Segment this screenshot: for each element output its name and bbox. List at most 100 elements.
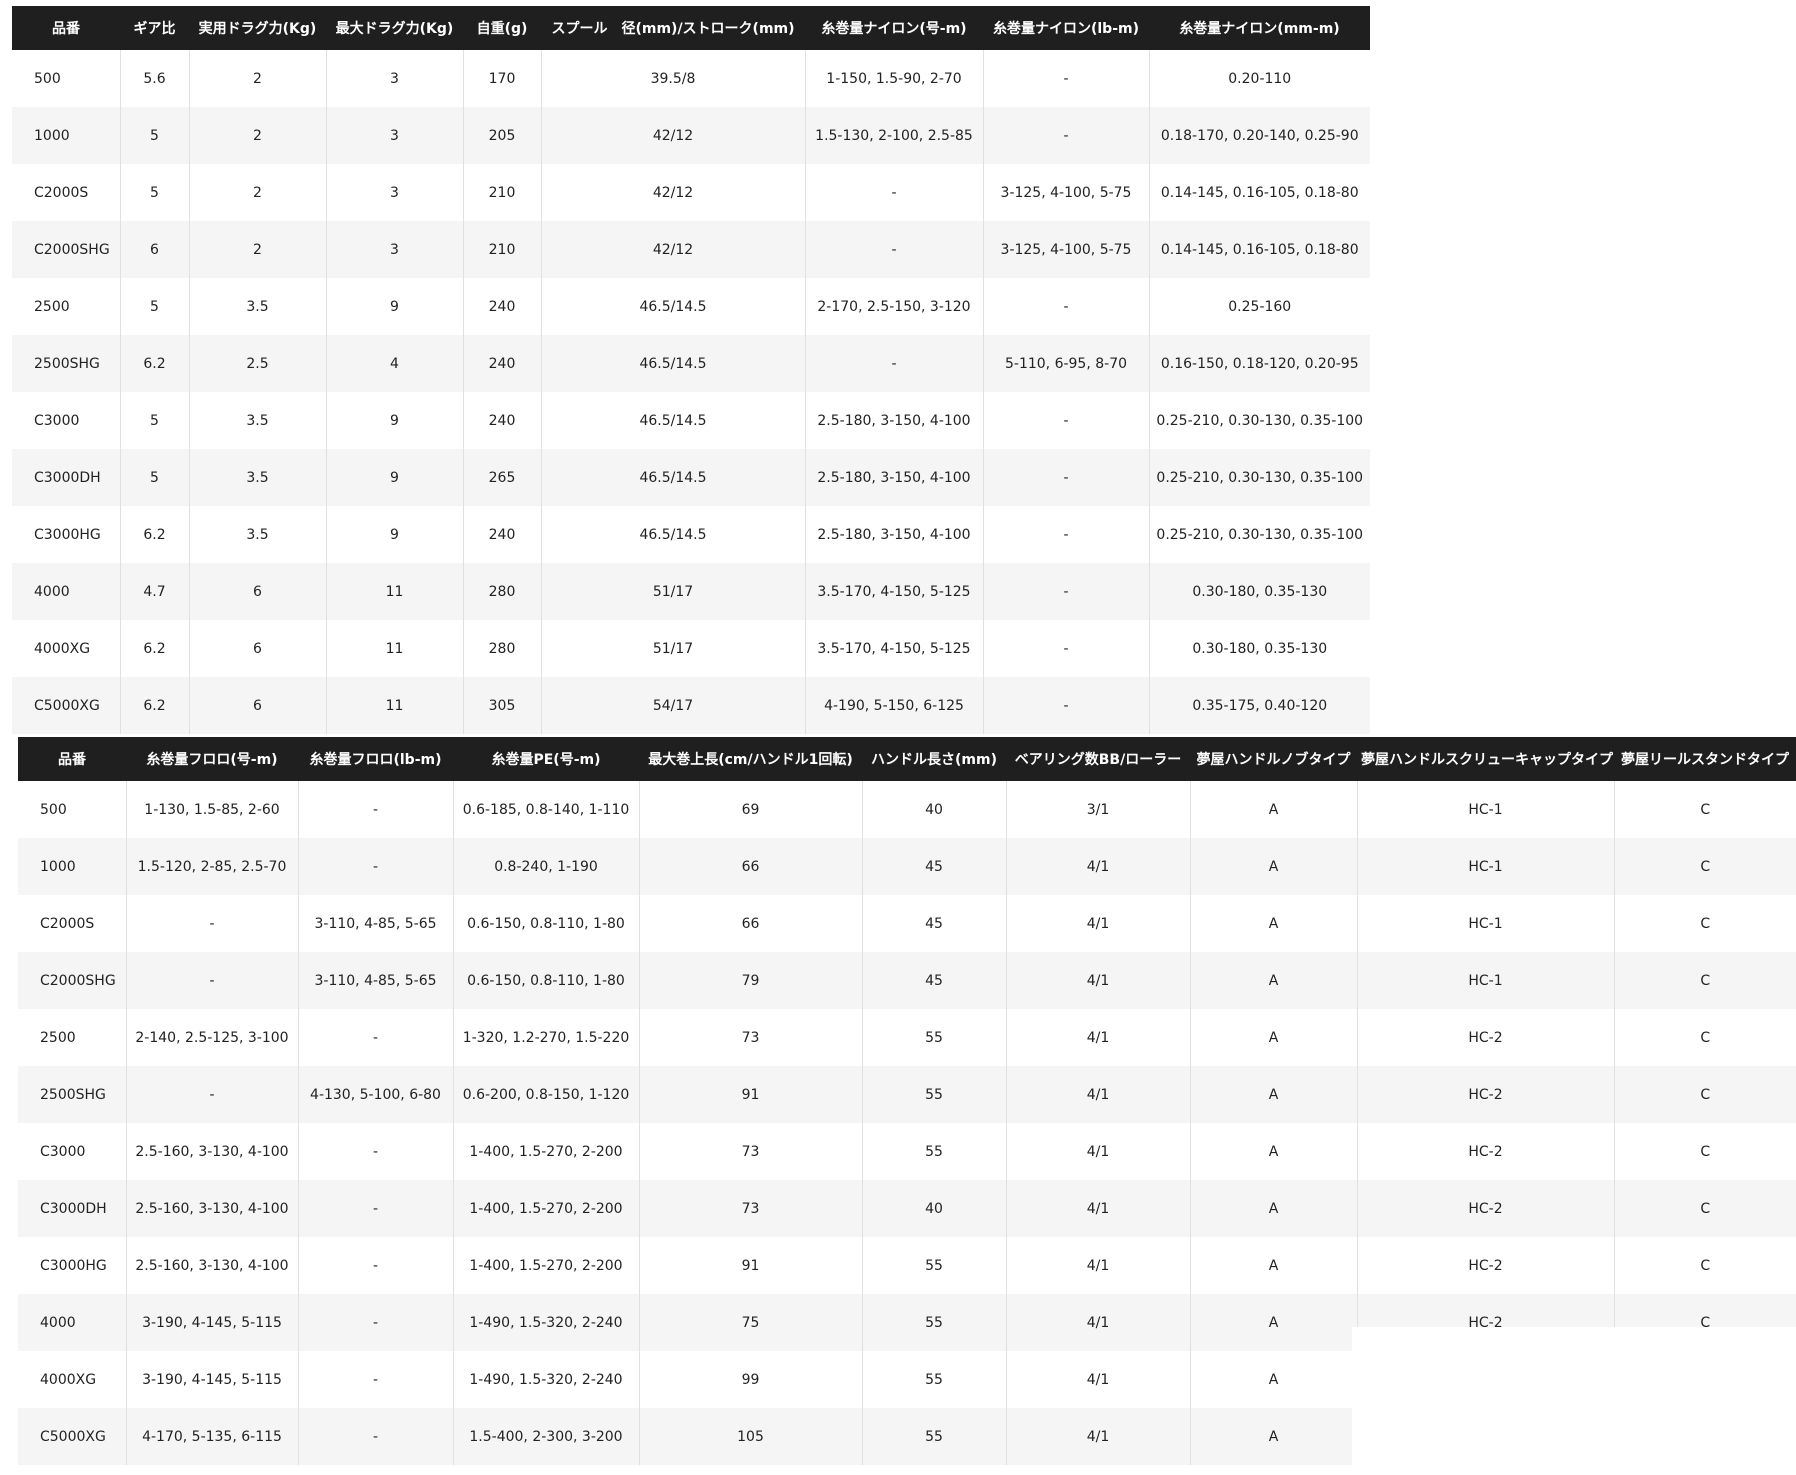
- table-cell: 1-130, 1.5-85, 2-60: [126, 781, 299, 838]
- table-cell: 210: [463, 164, 542, 221]
- table-cell: 3.5: [189, 506, 327, 563]
- table-cell: 2.5-180, 3-150, 4-100: [805, 449, 984, 506]
- table-header-row: 品番 ギア比 実用ドラグ力(Kg) 最大ドラグ力(Kg) 自重(g) スプール 径(mm)…: [12, 6, 1370, 50]
- table-cell: 6: [189, 563, 327, 620]
- table-cell: 4/1: [1006, 1066, 1191, 1123]
- model-cell: C2000S: [18, 895, 127, 952]
- table-row: 1000 5 2 3 205 42/12 1.5-130, 2-100, 2.5-85-0.…: [12, 107, 1370, 164]
- column-header: 最大巻上長(cm/ハンドル1回転): [639, 737, 862, 781]
- table-cell: 0.35-175, 0.40-120: [1149, 677, 1370, 734]
- table-cell: 4/1: [1006, 1351, 1191, 1408]
- table-cell: 5-110, 6-95, 8-70: [983, 335, 1150, 392]
- model-cell: C3000HG: [18, 1237, 127, 1294]
- table-cell: HC-1: [1357, 781, 1615, 838]
- table-cell: 240: [463, 392, 542, 449]
- column-header: 品番: [12, 6, 120, 50]
- table-cell: 280: [463, 620, 542, 677]
- table-cell: 2.5-180, 3-150, 4-100: [805, 506, 984, 563]
- table-row: C3000HG 6.2 3.5 9 240 46.5/14.5 2.5-180, 3-150…: [12, 506, 1370, 563]
- table-cell: C: [1614, 952, 1796, 1009]
- table-cell: 11: [326, 620, 464, 677]
- table-row: 4000 4.7 6 11 280 51/17 3.5-170, 4-150, 5-125-…: [12, 563, 1370, 620]
- table-cell: -: [983, 620, 1150, 677]
- column-header: 実用ドラグ力(Kg): [189, 6, 326, 50]
- table-cell: 54/17: [541, 677, 806, 734]
- table-cell: 40: [862, 781, 1007, 838]
- column-header: 自重(g): [463, 6, 541, 50]
- table-cell: 6.2: [120, 506, 190, 563]
- table-cell: 9: [326, 449, 464, 506]
- table-cell: 55: [862, 1294, 1007, 1351]
- table-cell: 5: [120, 392, 190, 449]
- table-body: 500 5.6 2 3 170 39.5/8 1-150, 1.5-90, 2-70-0.2…: [12, 50, 1370, 734]
- table-cell: C: [1614, 1066, 1796, 1123]
- table-cell: 3-110, 4-85, 5-65: [298, 952, 454, 1009]
- table-cell: -: [805, 335, 984, 392]
- table-cell: 69: [639, 781, 863, 838]
- table-cell: 6: [120, 221, 190, 278]
- table-row: C3000 2.5-160, 3-130, 4-100-1-400, 1.5-27…: [18, 1123, 1796, 1180]
- table-cell: 3.5-170, 4-150, 5-125: [805, 563, 984, 620]
- column-header: 糸巻量フロロ(lb-m): [298, 737, 453, 781]
- table-cell: 4/1: [1006, 1237, 1191, 1294]
- column-header: 品番: [18, 737, 126, 781]
- table-cell: -: [298, 1180, 454, 1237]
- model-cell: 2500: [12, 278, 121, 335]
- table-cell: 55: [862, 1009, 1007, 1066]
- table-cell: 170: [463, 50, 542, 107]
- table-cell: 3.5-170, 4-150, 5-125: [805, 620, 984, 677]
- table-cell: HC-2: [1357, 1237, 1615, 1294]
- table-row: C2000SHG -3-110, 4-85, 5-65 0.6-150, 0.8-1…: [18, 952, 1796, 1009]
- table-cell: -: [805, 164, 984, 221]
- table-cell: 4/1: [1006, 1294, 1191, 1351]
- table-cell: 2: [189, 221, 327, 278]
- table-cell: 55: [862, 1408, 1007, 1465]
- table-cell: -: [983, 50, 1150, 107]
- table-cell: A: [1190, 838, 1358, 895]
- table-cell: -: [298, 838, 454, 895]
- table-cell: 205: [463, 107, 542, 164]
- table-cell: 45: [862, 895, 1007, 952]
- table-cell: 39.5/8: [541, 50, 806, 107]
- table-cell: 4.7: [120, 563, 190, 620]
- table-cell: 3.5: [189, 449, 327, 506]
- table-cell: 4/1: [1006, 838, 1191, 895]
- table-cell: 105: [639, 1408, 863, 1465]
- table-cell: 2-170, 2.5-150, 3-120: [805, 278, 984, 335]
- model-cell: C3000HG: [12, 506, 121, 563]
- table-cell: 1.5-400, 2-300, 3-200: [453, 1408, 640, 1465]
- column-header: 糸巻量ナイロン(号-m): [805, 6, 983, 50]
- table-cell: 1-150, 1.5-90, 2-70: [805, 50, 984, 107]
- table-cell: 55: [862, 1123, 1007, 1180]
- table-header-row: 品番 糸巻量フロロ(号-m) 糸巻量フロロ(lb-m) 糸巻量PE(号-m) 最大巻上長…: [18, 737, 1796, 781]
- table-cell: 0.14-145, 0.16-105, 0.18-80: [1160, 184, 1359, 201]
- table-cell: 4/1: [1006, 895, 1191, 952]
- table-cell: 4-170, 5-135, 6-115: [126, 1408, 299, 1465]
- table-cell: 0.8-240, 1-190: [453, 838, 640, 895]
- table-cell: A: [1190, 952, 1358, 1009]
- column-header: 糸巻量フロロ(号-m): [126, 737, 298, 781]
- table-cell: 240: [463, 506, 542, 563]
- model-cell: C5000XG: [18, 1408, 127, 1465]
- table-cell: 3: [326, 107, 464, 164]
- column-header: 夢屋リールスタンドタイプ: [1614, 737, 1796, 781]
- table-cell: 46.5/14.5: [541, 392, 806, 449]
- table-cell: 4-130, 5-100, 6-80: [298, 1066, 454, 1123]
- table-cell: 0.20-110: [1228, 70, 1292, 87]
- table-cell: 1.5-130, 2-100, 2.5-85: [805, 107, 984, 164]
- column-header: ギア比: [120, 6, 189, 50]
- column-header: 夢屋ハンドルスクリューキャップタイプ: [1357, 737, 1614, 781]
- table-cell: 99: [639, 1351, 863, 1408]
- table-cell: -: [983, 563, 1150, 620]
- table-cell: HC-2: [1357, 1123, 1615, 1180]
- table-cell: -: [983, 107, 1150, 164]
- model-cell: 2500SHG: [18, 1066, 127, 1123]
- table-cell: 46.5/14.5: [541, 449, 806, 506]
- table-row: 1000 1.5-120, 2-85, 2.5-70-0.8-240, 1-190…: [18, 838, 1796, 895]
- table-cell: 42/12: [541, 107, 806, 164]
- table-cell: 0.30-180, 0.35-130: [1192, 640, 1328, 657]
- table-cell: 1-400, 1.5-270, 2-200: [453, 1123, 640, 1180]
- model-cell: C2000SHG: [12, 221, 121, 278]
- table-cell: 3-110, 4-85, 5-65: [298, 895, 454, 952]
- table-cell: -: [983, 677, 1150, 734]
